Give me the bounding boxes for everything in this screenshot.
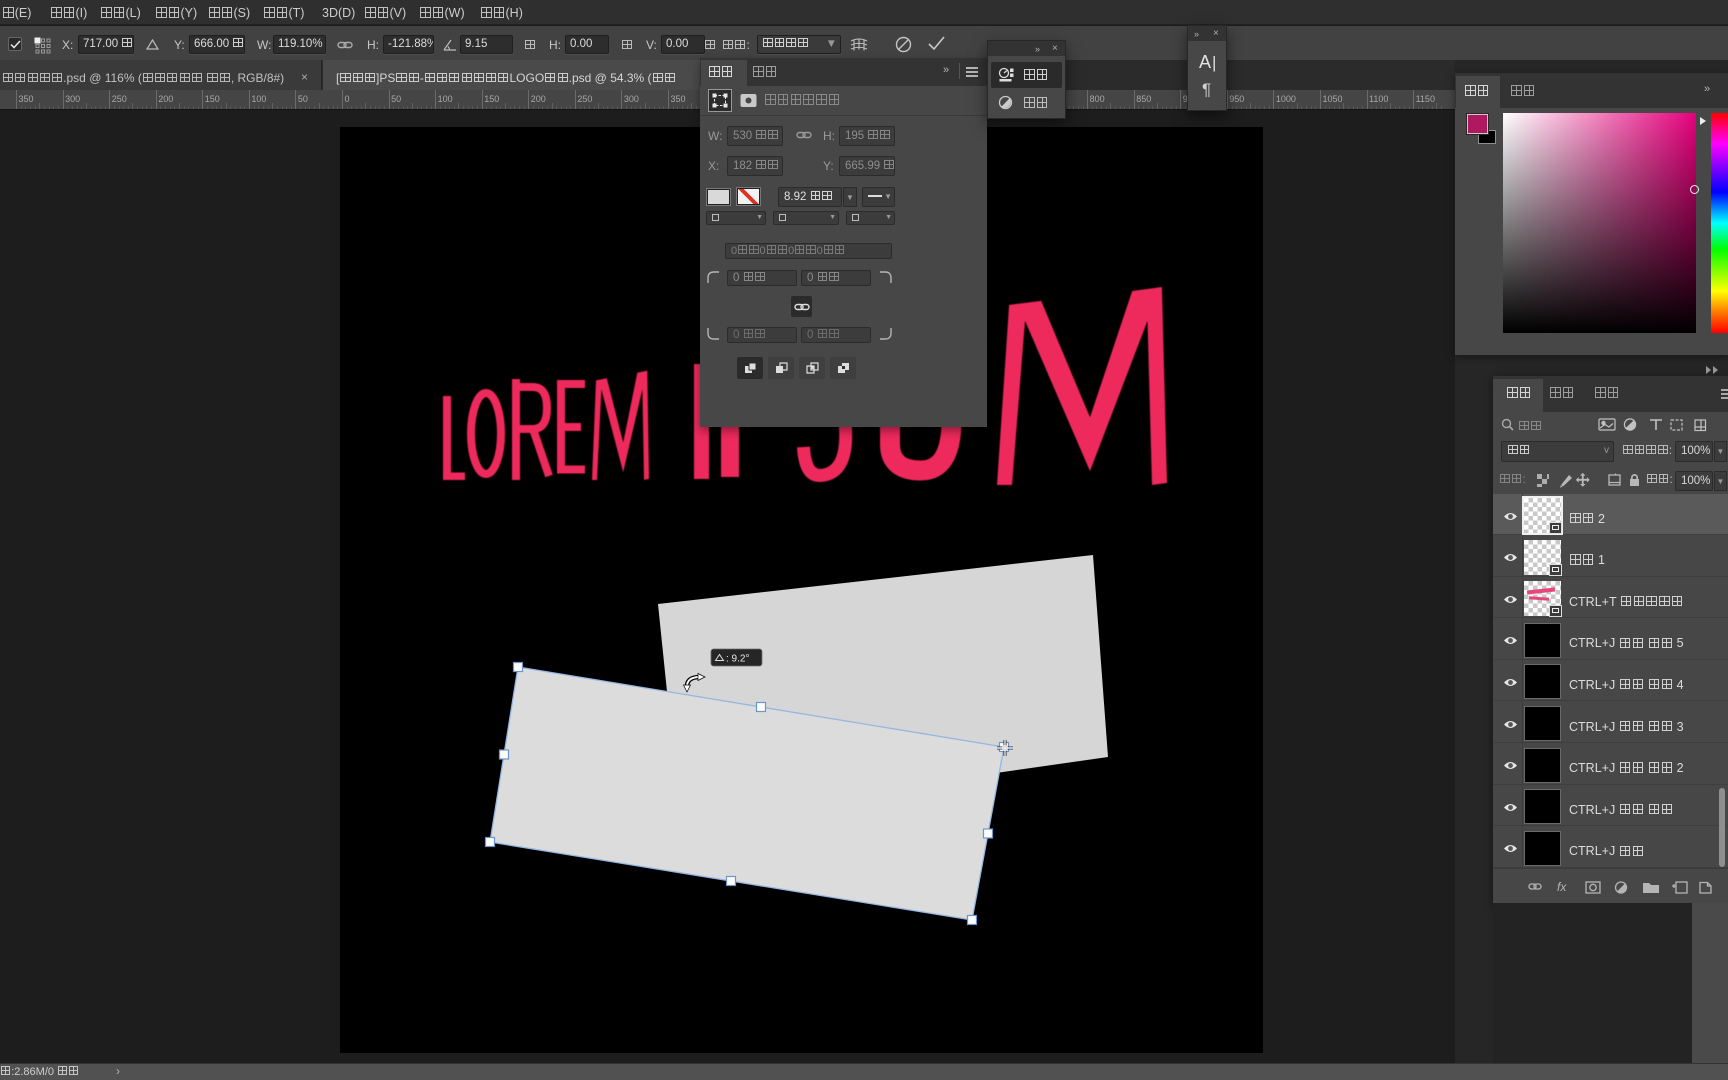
svg-text:fx: fx [1557, 880, 1567, 894]
svg-text:: 9.2°: : 9.2° [726, 654, 749, 665]
